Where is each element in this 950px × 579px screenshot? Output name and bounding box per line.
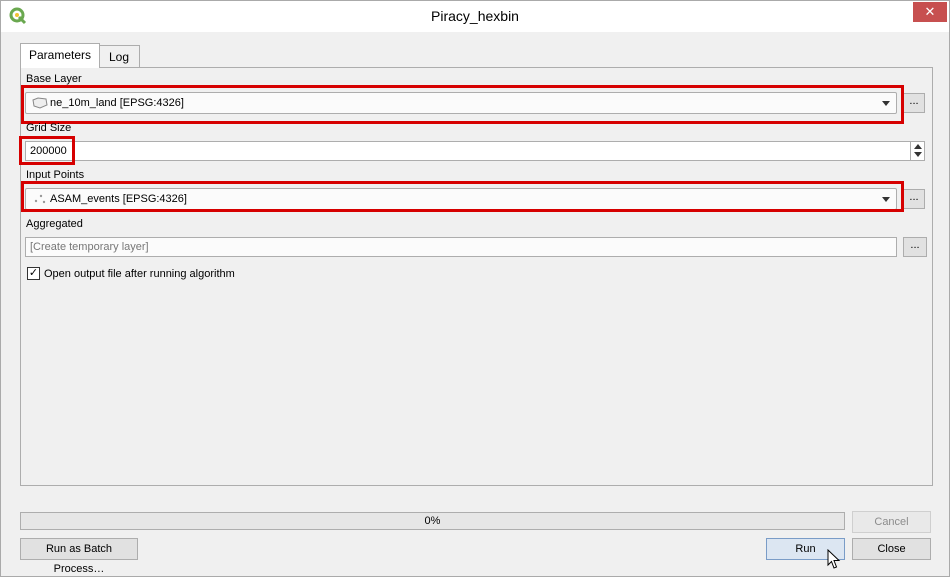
- grid-size-label: Grid Size: [26, 122, 72, 134]
- checkmark-icon: ✓: [28, 267, 39, 279]
- aggregated-placeholder: [Create temporary layer]: [30, 241, 149, 253]
- grid-size-spinner[interactable]: [910, 141, 925, 161]
- point-layer-icon: [34, 194, 46, 204]
- input-points-combo[interactable]: ASAM_events [EPSG:4326]: [25, 188, 897, 210]
- polygon-layer-icon: [32, 97, 48, 109]
- tab-log[interactable]: Log: [98, 45, 140, 68]
- progress-text: 0%: [424, 515, 441, 527]
- title-bar: Piracy_hexbin ✕: [1, 1, 949, 32]
- base-layer-more-button[interactable]: ...: [903, 93, 925, 113]
- ellipsis-dropdown-icon: ...: [910, 239, 920, 251]
- mouse-cursor-icon: [827, 549, 841, 569]
- close-icon: ✕: [924, 4, 936, 19]
- progress-bar: 0%: [20, 512, 845, 530]
- grid-size-input[interactable]: 200000: [25, 141, 925, 161]
- close-button[interactable]: Close: [852, 538, 931, 560]
- window-close-button[interactable]: ✕: [913, 2, 947, 22]
- ellipsis-icon: ...: [909, 191, 919, 203]
- tab-parameters-label: Parameters: [28, 48, 92, 62]
- base-layer-label: Base Layer: [26, 73, 82, 85]
- aggregated-more-button[interactable]: ...: [903, 237, 927, 257]
- chevron-down-icon: [882, 101, 890, 106]
- tab-parameters[interactable]: Parameters: [20, 43, 100, 68]
- spin-up-icon[interactable]: [914, 144, 922, 149]
- ellipsis-icon: ...: [909, 95, 919, 107]
- chevron-down-icon: [882, 197, 890, 202]
- cancel-button[interactable]: Cancel: [852, 511, 931, 533]
- tab-log-label: Log: [108, 50, 130, 64]
- input-points-label: Input Points: [26, 169, 85, 181]
- open-output-checkbox[interactable]: ✓: [27, 267, 40, 280]
- open-output-label: Open output file after running algorithm: [44, 268, 235, 280]
- spin-down-icon[interactable]: [914, 152, 922, 157]
- input-points-more-button[interactable]: ...: [903, 189, 925, 209]
- grid-size-value: 200000: [30, 145, 67, 157]
- input-points-value: ASAM_events [EPSG:4326]: [50, 193, 187, 205]
- batch-process-button[interactable]: Run as Batch Process…: [20, 538, 138, 575]
- aggregated-output-input[interactable]: [Create temporary layer]: [25, 237, 897, 257]
- aggregated-label: Aggregated: [26, 218, 83, 230]
- dialog-window: Piracy_hexbin ✕ Parameters Log Base Laye…: [0, 0, 950, 577]
- window-title: Piracy_hexbin: [431, 8, 519, 24]
- base-layer-combo[interactable]: ne_10m_land [EPSG:4326]: [25, 92, 897, 114]
- base-layer-value: ne_10m_land [EPSG:4326]: [50, 97, 184, 109]
